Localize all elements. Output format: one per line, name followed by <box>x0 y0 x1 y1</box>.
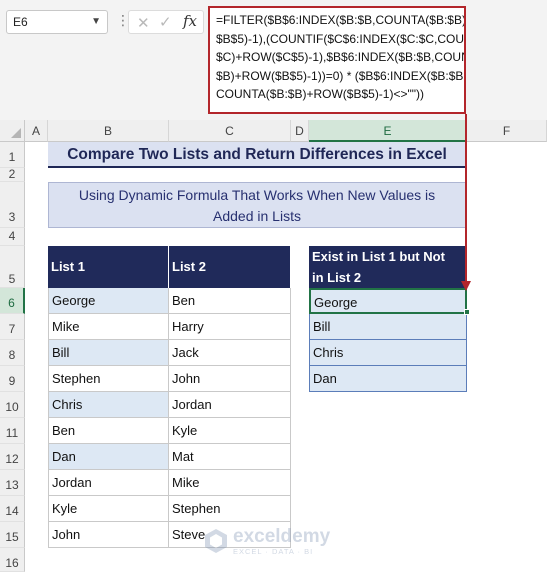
callout-arrow <box>461 114 471 291</box>
callout-arrowhead <box>461 281 471 291</box>
